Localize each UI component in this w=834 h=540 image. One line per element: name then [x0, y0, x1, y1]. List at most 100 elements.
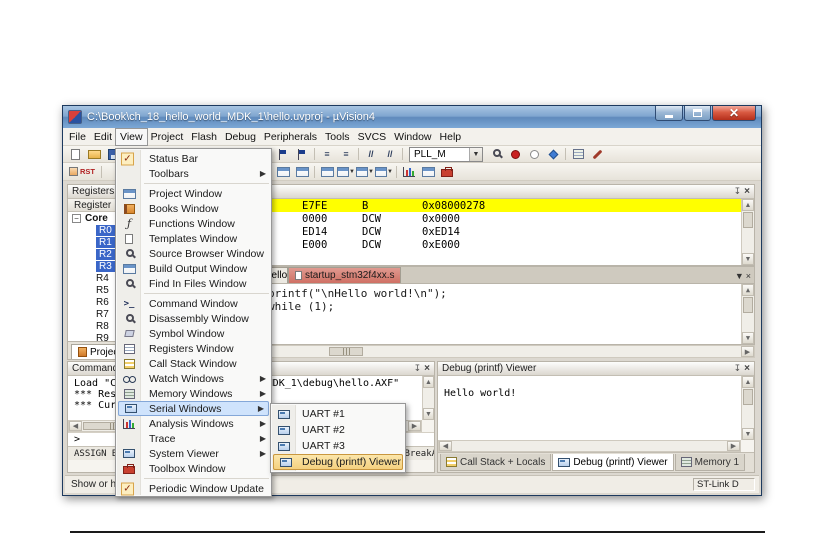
editor-vscrollbar[interactable]: ▲ ▼: [741, 284, 754, 344]
bookmark-next-button[interactable]: [274, 147, 292, 162]
scrollbar-thumb[interactable]: [743, 389, 753, 405]
menu-item-symbol-window[interactable]: Symbol Window: [116, 326, 271, 341]
menu-item-project-window[interactable]: Project Window: [116, 186, 271, 201]
menu-item-templates-window[interactable]: Templates Window: [116, 231, 271, 246]
menu-item-command-window[interactable]: >_ Command Window: [116, 296, 271, 311]
tab-startup-stm32f4xx-s[interactable]: startup_stm32f4xx.s: [288, 267, 402, 283]
tab-debug-printf-viewer[interactable]: Debug (printf) Viewer: [552, 454, 674, 471]
close-tab-icon[interactable]: ×: [746, 271, 751, 281]
scroll-right-icon[interactable]: ▶: [408, 421, 421, 431]
menubar-item-flash[interactable]: Flash: [187, 129, 221, 145]
scroll-up-icon[interactable]: ▲: [742, 376, 754, 388]
scrollbar-thumb[interactable]: [743, 212, 753, 228]
command-vscrollbar[interactable]: ▲ ▼: [422, 376, 434, 420]
disassembly-pane-header[interactable]: ↧ ×: [254, 185, 754, 199]
debug-window-button[interactable]: [400, 164, 418, 179]
breakpoint-kill-button[interactable]: [544, 147, 562, 162]
menubar-item-svcs[interactable]: SVCS: [354, 129, 391, 145]
menubar-item-help[interactable]: Help: [436, 129, 466, 145]
close-icon[interactable]: ×: [424, 363, 430, 374]
scroll-up-icon[interactable]: ▲: [742, 284, 754, 296]
scroll-left-icon[interactable]: ◀: [69, 421, 82, 431]
scroll-down-icon[interactable]: ▼: [742, 428, 754, 440]
menu-item-uart-2[interactable]: UART #2: [271, 422, 405, 438]
menu-item-call-stack-window[interactable]: Call Stack Window: [116, 356, 271, 371]
title-bar[interactable]: C:\Book\ch_18_hello_world_MDK_1\hello.uv…: [63, 106, 761, 128]
uncomment-button[interactable]: //: [381, 147, 399, 162]
menubar-item-debug[interactable]: Debug: [221, 129, 260, 145]
bookmark-clear-button[interactable]: [293, 147, 311, 162]
close-icon[interactable]: ×: [744, 186, 750, 197]
menu-item-toolbars[interactable]: Toolbars ▶: [116, 166, 271, 181]
debug-window-button[interactable]: ▼: [375, 164, 393, 179]
indent-right-button[interactable]: ≡: [337, 147, 355, 162]
close-button[interactable]: ✕: [712, 106, 756, 121]
debug-window-button[interactable]: [438, 164, 456, 179]
indent-left-button[interactable]: ≡: [318, 147, 336, 162]
menu-item-trace[interactable]: Trace ▶: [116, 431, 271, 446]
menu-item-registers-window[interactable]: Registers Window: [116, 341, 271, 356]
pll-m-combobox[interactable]: PLL_M ▼: [409, 146, 483, 162]
scroll-up-icon[interactable]: ▲: [742, 199, 754, 211]
menu-item-find-in-files-window[interactable]: Find In Files Window: [116, 276, 271, 291]
menubar-item-view[interactable]: View: [116, 128, 147, 145]
scroll-down-icon[interactable]: ▼: [423, 408, 434, 420]
scroll-right-icon[interactable]: ▶: [727, 441, 740, 451]
pin-icon[interactable]: ↧: [414, 363, 422, 374]
menu-item-status-bar[interactable]: ✓ Status Bar: [116, 151, 271, 166]
menu-item-functions-window[interactable]: ƒ Functions Window: [116, 216, 271, 231]
debug-window-button[interactable]: [293, 164, 311, 179]
disassembly-row[interactable]: ED14 DCW 0xED14: [254, 225, 741, 238]
find-button[interactable]: [487, 147, 505, 162]
menu-item-source-browser-window[interactable]: Source Browser Window: [116, 246, 271, 261]
printf-viewer-output[interactable]: Hello world!: [438, 376, 741, 440]
pin-icon[interactable]: ↧: [734, 363, 742, 374]
menubar-item-window[interactable]: Window: [390, 129, 435, 145]
collapse-icon[interactable]: −: [72, 213, 81, 223]
menu-item-books-window[interactable]: Books Window: [116, 201, 271, 216]
breakpoint-button[interactable]: [506, 147, 524, 162]
maximize-button[interactable]: [684, 106, 711, 121]
menu-item-disassembly-window[interactable]: Disassembly Window: [116, 311, 271, 326]
menubar-item-project[interactable]: Project: [147, 129, 188, 145]
menu-item-uart-3[interactable]: UART #3: [271, 438, 405, 454]
menu-item-analysis-windows[interactable]: Analysis Windows ▶: [116, 416, 271, 431]
menu-item-watch-windows[interactable]: Watch Windows ▶: [116, 371, 271, 386]
disassembly-listing[interactable]: E7FE B 0x08000278 0000 DCW 0x0000 ED14 D…: [254, 199, 741, 265]
menu-item-system-viewer[interactable]: System Viewer ▶: [116, 446, 271, 461]
open-file-button[interactable]: [85, 147, 103, 162]
debug-window-button[interactable]: [318, 164, 336, 179]
printf-viewer-header[interactable]: Debug (printf) Viewer ↧ ×: [438, 362, 754, 376]
menu-item-debug-printf-viewer[interactable]: Debug (printf) Viewer: [273, 454, 403, 470]
menu-item-build-output-window[interactable]: Build Output Window: [116, 261, 271, 276]
editor-hscrollbar[interactable]: ◀ ▶: [253, 345, 755, 358]
scrollbar-thumb[interactable]: [743, 297, 753, 313]
menu-item-serial-windows[interactable]: Serial Windows ▶: [118, 401, 269, 416]
new-file-button[interactable]: [66, 147, 84, 162]
scroll-right-icon[interactable]: ▶: [741, 346, 754, 357]
disassembly-current-row[interactable]: E7FE B 0x08000278: [254, 199, 741, 212]
menu-item-memory-windows[interactable]: Memory Windows ▶: [116, 386, 271, 401]
menu-item-uart-1[interactable]: UART #1: [271, 406, 405, 422]
menu-item-periodic-window-update[interactable]: ✓ Periodic Window Update: [116, 481, 271, 496]
disassembly-vscrollbar[interactable]: ▲ ▼: [741, 199, 754, 265]
tools-button[interactable]: [588, 147, 606, 162]
disassembly-row[interactable]: 0000 DCW 0x0000: [254, 212, 741, 225]
pin-icon[interactable]: ↧: [734, 186, 742, 197]
scroll-up-icon[interactable]: ▲: [423, 376, 434, 388]
disassembly-row[interactable]: E000 DCW 0xE000: [254, 238, 741, 251]
debug-window-button[interactable]: ▼: [356, 164, 374, 179]
menubar-item-edit[interactable]: Edit: [90, 129, 116, 145]
minimize-button[interactable]: [655, 106, 683, 121]
tab-list-chevron-icon[interactable]: ▼: [735, 271, 744, 281]
tab-call-stack-locals[interactable]: Call Stack + Locals: [440, 454, 552, 471]
menubar-item-peripherals[interactable]: Peripherals: [260, 129, 321, 145]
menubar-item-file[interactable]: File: [65, 129, 90, 145]
configure-button[interactable]: [569, 147, 587, 162]
close-icon[interactable]: ×: [744, 363, 750, 374]
comment-button[interactable]: //: [362, 147, 380, 162]
breakpoint-disable-button[interactable]: [525, 147, 543, 162]
debug-window-button[interactable]: [419, 164, 437, 179]
code-editor[interactable]: printf("\nHello world!\n"); while (1); ▲…: [253, 283, 755, 345]
scrollbar-thumb[interactable]: [329, 347, 363, 356]
